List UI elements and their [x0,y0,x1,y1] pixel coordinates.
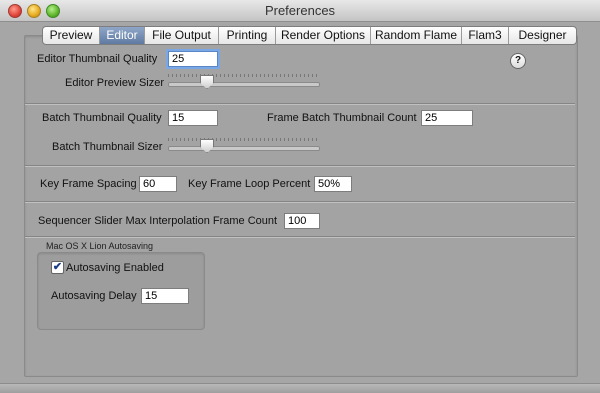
tab-random-flame[interactable]: Random Flame [371,27,462,44]
window-bottom-bar [0,383,600,393]
editor-thumbnail-quality-label: Editor Thumbnail Quality [37,53,158,65]
editor-thumbnail-quality-input[interactable] [168,51,218,67]
editor-preview-sizer-label: Editor Preview Sizer [65,77,165,89]
batch-thumbnail-quality-input[interactable] [168,110,218,126]
batch-thumbnail-sizer-slider[interactable] [168,138,320,153]
frame-batch-thumbnail-count-input[interactable] [421,110,473,126]
tab-flam3[interactable]: Flam3 [462,27,509,44]
title-bar[interactable]: Preferences [0,0,600,22]
autosave-group-title: Mac OS X Lion Autosaving [46,241,154,251]
autosaving-enabled-label[interactable]: Autosaving Enabled [66,262,164,274]
slider-track [168,146,320,151]
sequencer-interpolation-input[interactable] [284,213,320,229]
slider-ticks [168,138,320,141]
editor-preview-sizer-slider[interactable] [168,74,320,89]
slider-track [168,82,320,87]
key-frame-spacing-label: Key Frame Spacing [40,178,137,190]
sequencer-interpolation-label: Sequencer Slider Max Interpolation Frame… [38,215,278,227]
autosaving-delay-label: Autosaving Delay [51,290,137,302]
help-button[interactable]: ? [510,53,526,69]
preferences-window: Preferences Preview Editor File Output P… [0,0,600,393]
section-divider [25,236,575,238]
frame-batch-thumbnail-count-label: Frame Batch Thumbnail Count [267,112,417,124]
tab-bar: Preview Editor File Output Printing Rend… [42,26,577,45]
section-divider [25,103,575,105]
batch-thumbnail-sizer-label: Batch Thumbnail Sizer [52,141,163,153]
tab-editor[interactable]: Editor [100,27,145,44]
key-frame-loop-percent-label: Key Frame Loop Percent [188,178,311,190]
tab-file-output[interactable]: File Output [145,27,219,44]
section-divider [25,165,575,167]
autosaving-delay-input[interactable] [141,288,189,304]
tab-printing[interactable]: Printing [219,27,276,44]
window-title: Preferences [264,3,336,18]
tab-designer[interactable]: Designer [509,27,576,44]
key-frame-spacing-input[interactable] [139,176,177,192]
autosaving-enabled-checkbox[interactable]: ✔ [51,261,64,274]
tab-preview[interactable]: Preview [43,27,100,44]
batch-thumbnail-quality-label: Batch Thumbnail Quality [42,112,162,124]
section-divider [25,201,575,203]
checkmark-icon: ✔ [52,261,63,273]
tab-render-options[interactable]: Render Options [276,27,371,44]
slider-ticks [168,74,320,77]
key-frame-loop-percent-input[interactable] [314,176,352,192]
